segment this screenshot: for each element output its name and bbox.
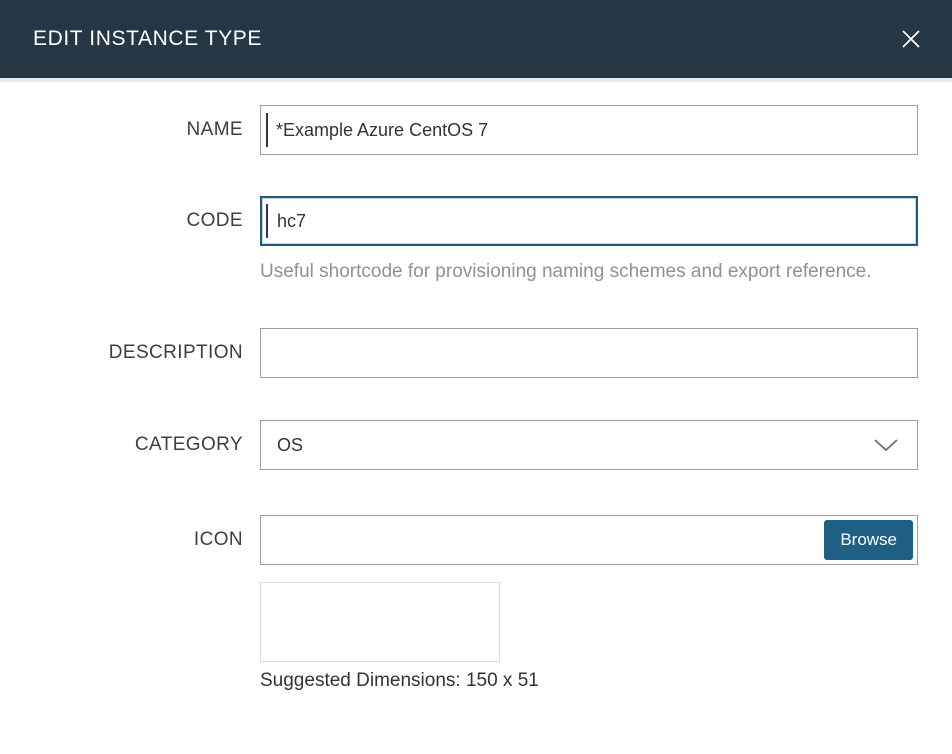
edit-instance-type-form: NAME CODE Useful shortcode for provision… — [0, 82, 952, 692]
category-row: CATEGORY OS — [0, 420, 918, 470]
description-row: DESCRIPTION — [0, 328, 918, 378]
icon-preview-row — [0, 582, 918, 662]
category-selected-value: OS — [277, 435, 303, 456]
code-help-text: Useful shortcode for provisioning naming… — [260, 256, 900, 287]
modal-title: EDIT INSTANCE TYPE — [33, 27, 262, 51]
suggested-dimensions: Suggested Dimensions: 150 x 51 — [260, 670, 918, 692]
category-select[interactable]: OS — [260, 420, 918, 470]
icon-input-wrap: Browse — [260, 515, 918, 565]
suggested-dimensions-row: Suggested Dimensions: 150 x 51 — [0, 670, 918, 692]
code-label: CODE — [0, 210, 243, 232]
name-input-wrap — [260, 105, 918, 155]
icon-label: ICON — [0, 529, 243, 551]
icon-file-input[interactable] — [260, 515, 918, 565]
chevron-down-icon — [873, 437, 899, 453]
description-label: DESCRIPTION — [0, 342, 243, 364]
code-row: CODE — [0, 196, 918, 246]
name-label: NAME — [0, 119, 243, 141]
code-input[interactable] — [260, 196, 918, 246]
close-button[interactable] — [894, 22, 928, 56]
description-input-wrap — [260, 328, 918, 378]
category-label: CATEGORY — [0, 434, 243, 456]
code-help-row: Useful shortcode for provisioning naming… — [0, 256, 918, 287]
icon-row: ICON Browse — [0, 515, 918, 565]
close-icon — [898, 40, 924, 55]
browse-button[interactable]: Browse — [824, 520, 913, 560]
name-row: NAME — [0, 105, 918, 155]
name-input[interactable] — [260, 105, 918, 155]
code-input-wrap — [260, 196, 918, 246]
description-input[interactable] — [260, 328, 918, 378]
icon-preview-box — [260, 582, 500, 662]
modal-header: EDIT INSTANCE TYPE — [0, 0, 952, 78]
